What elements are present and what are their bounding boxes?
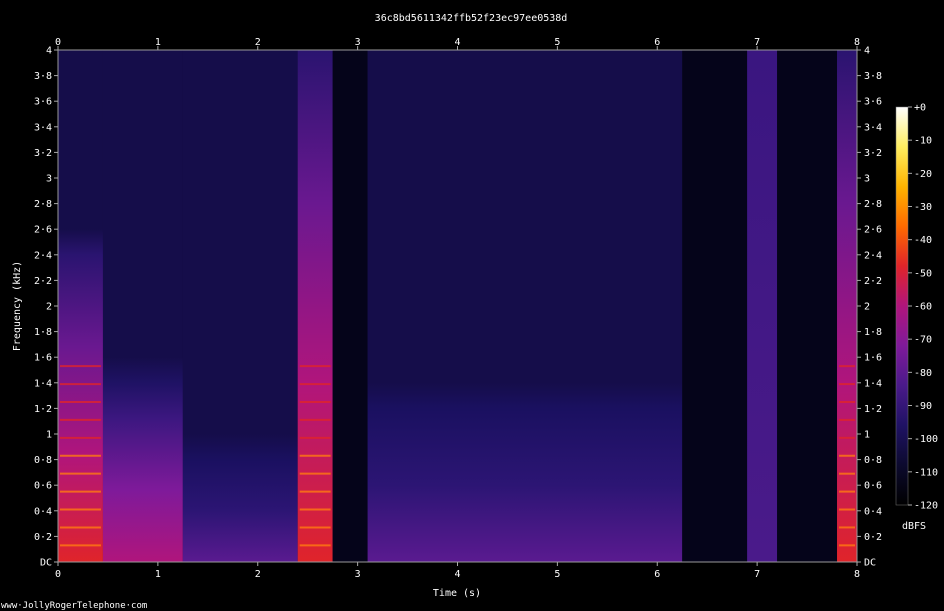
y-tick-label: 3·2 (34, 148, 52, 159)
y-tick-label: 2·6 (34, 225, 52, 236)
y-tick-label: 0·2 (864, 532, 882, 543)
spectrogram-chart: 36c8bd5611342ffb52f23ec97ee0538d 0 1 2 3 4 5 6… (1, 13, 938, 611)
y-tick-label: 1·2 (34, 404, 52, 415)
spectrogram-segment (182, 50, 298, 562)
x-tick-label: 2 (255, 37, 261, 48)
y-tick-label: 0·4 (34, 506, 52, 517)
y-tick-label: 0·8 (34, 455, 52, 466)
y-tick-label: 2·4 (34, 250, 52, 261)
y-tick-label: 1·8 (864, 327, 882, 338)
colorbar-label: dBFS (902, 521, 926, 532)
y-tick-label: 0·4 (864, 506, 882, 517)
x-tick-label: 1 (155, 569, 161, 580)
footer-credit: www·JollyRogerTelephone·com (1, 601, 147, 611)
y-tick-label: 1·6 (864, 353, 882, 364)
y-axis-label: Frequency (kHz) (12, 261, 23, 351)
y-tick-label: 0·8 (864, 455, 882, 466)
colorbar-tick-label: -100 (914, 434, 938, 445)
colorbar-tick-label: -90 (914, 401, 932, 412)
y-tick-label: 2 (864, 302, 870, 313)
colorbar-tick-label: -80 (914, 368, 932, 379)
x-axis-label: Time (s) (433, 588, 481, 599)
y-tick-label: 3·2 (864, 148, 882, 159)
colorbar-tick-label: -70 (914, 335, 932, 346)
y-tick-label: 3·8 (864, 71, 882, 82)
spectrogram-segment (777, 50, 838, 562)
y-tick-label: 0·6 (864, 481, 882, 492)
spectrogram-segment (58, 50, 103, 562)
x-tick-label: 6 (654, 37, 660, 48)
y-tick-label: 3·6 (34, 97, 52, 108)
x-tick-label: 5 (554, 569, 560, 580)
spectrogram-segment (682, 50, 748, 562)
x-tick-label: 1 (155, 37, 161, 48)
spectrogram-plot-area (58, 50, 857, 562)
y-tick-label: 4 (864, 46, 870, 57)
colorbar-tick-label: -20 (914, 169, 932, 180)
y-tick-label: 2·2 (34, 276, 52, 287)
y-tick-label: 2·8 (864, 199, 882, 210)
x-tick-label: 8 (854, 37, 860, 48)
x-tick-label: 8 (854, 569, 860, 580)
y-tick-label: 1·4 (864, 378, 882, 389)
y-tick-label: DC (864, 558, 876, 569)
spectrogram-segment (747, 50, 778, 562)
y-tick-label: 3 (46, 174, 52, 185)
x-tick-label: 3 (355, 569, 361, 580)
y-tick-label: 0·6 (34, 481, 52, 492)
x-tick-label: 7 (754, 37, 760, 48)
x-tick-label: 5 (554, 37, 560, 48)
colorbar-tick-label: -10 (914, 136, 932, 147)
colorbar-tick-label: -60 (914, 302, 932, 313)
y-tick-label: 2·6 (864, 225, 882, 236)
x-tick-label: 4 (454, 569, 460, 580)
y-tick-label: 2 (46, 302, 52, 313)
y-tick-label: 2·8 (34, 199, 52, 210)
y-tick-label: 1·8 (34, 327, 52, 338)
x-tick-label: 4 (454, 37, 460, 48)
x-axis-top: 0 1 2 3 4 5 6 7 8 (55, 37, 860, 50)
y-tick-label: 1 (864, 430, 870, 441)
colorbar-tick-label: -120 (914, 501, 938, 512)
colorbar-tick-label: -50 (914, 268, 932, 279)
y-tick-label: 2·4 (864, 250, 882, 261)
y-tick-label: 1 (46, 430, 52, 441)
colorbar-tick-label: -40 (914, 235, 932, 246)
spectrogram-segment (367, 50, 683, 562)
spectrogram-segment (332, 50, 368, 562)
x-tick-label: 3 (355, 37, 361, 48)
x-tick-label: 6 (654, 569, 660, 580)
x-axis-bottom: 0 1 2 3 4 5 6 7 8 (55, 562, 860, 580)
y-axis-left: DC 0·2 0·4 0·6 0·8 1 1·2 1·4 1·6 1·8 2 2·2 2·4 2·6 2·8… (34, 46, 58, 569)
y-tick-label: 2·2 (864, 276, 882, 287)
y-tick-label: 1·6 (34, 353, 52, 364)
x-tick-label: 7 (754, 569, 760, 580)
y-tick-label: 3·8 (34, 71, 52, 82)
y-tick-label: 1·4 (34, 378, 52, 389)
colorbar-ticks: +0 -10 -20 -30 -40 -50 -60 -70 -80 -90 -100 -110 -12… (908, 103, 938, 512)
y-tick-label: 3·4 (864, 122, 882, 133)
y-tick-label: 1·2 (864, 404, 882, 415)
y-tick-label: 3·4 (34, 122, 52, 133)
colorbar-tick-label: +0 (914, 103, 926, 114)
spectrogram-segment (837, 50, 857, 562)
y-tick-label: 3·6 (864, 97, 882, 108)
colorbar-tick-label: -110 (914, 467, 938, 478)
x-tick-label: 2 (255, 569, 261, 580)
y-tick-label: 4 (46, 46, 52, 57)
y-tick-label: DC (40, 558, 52, 569)
spectrogram-segment (297, 50, 333, 562)
y-tick-label: 0·2 (34, 532, 52, 543)
colorbar-tick-label: -30 (914, 202, 932, 213)
y-axis-right: DC 0·2 0·4 0·6 0·8 1 1·2 1·4 1·6 1·8 2 2·2 2·4 2·6 2·8… (857, 46, 882, 569)
chart-title: 36c8bd5611342ffb52f23ec97ee0538d (375, 13, 568, 24)
x-tick-label: 0 (55, 37, 61, 48)
y-tick-label: 3 (864, 174, 870, 185)
x-tick-label: 0 (55, 569, 61, 580)
spectrogram-segment (102, 50, 183, 562)
colorbar (895, 106, 909, 506)
